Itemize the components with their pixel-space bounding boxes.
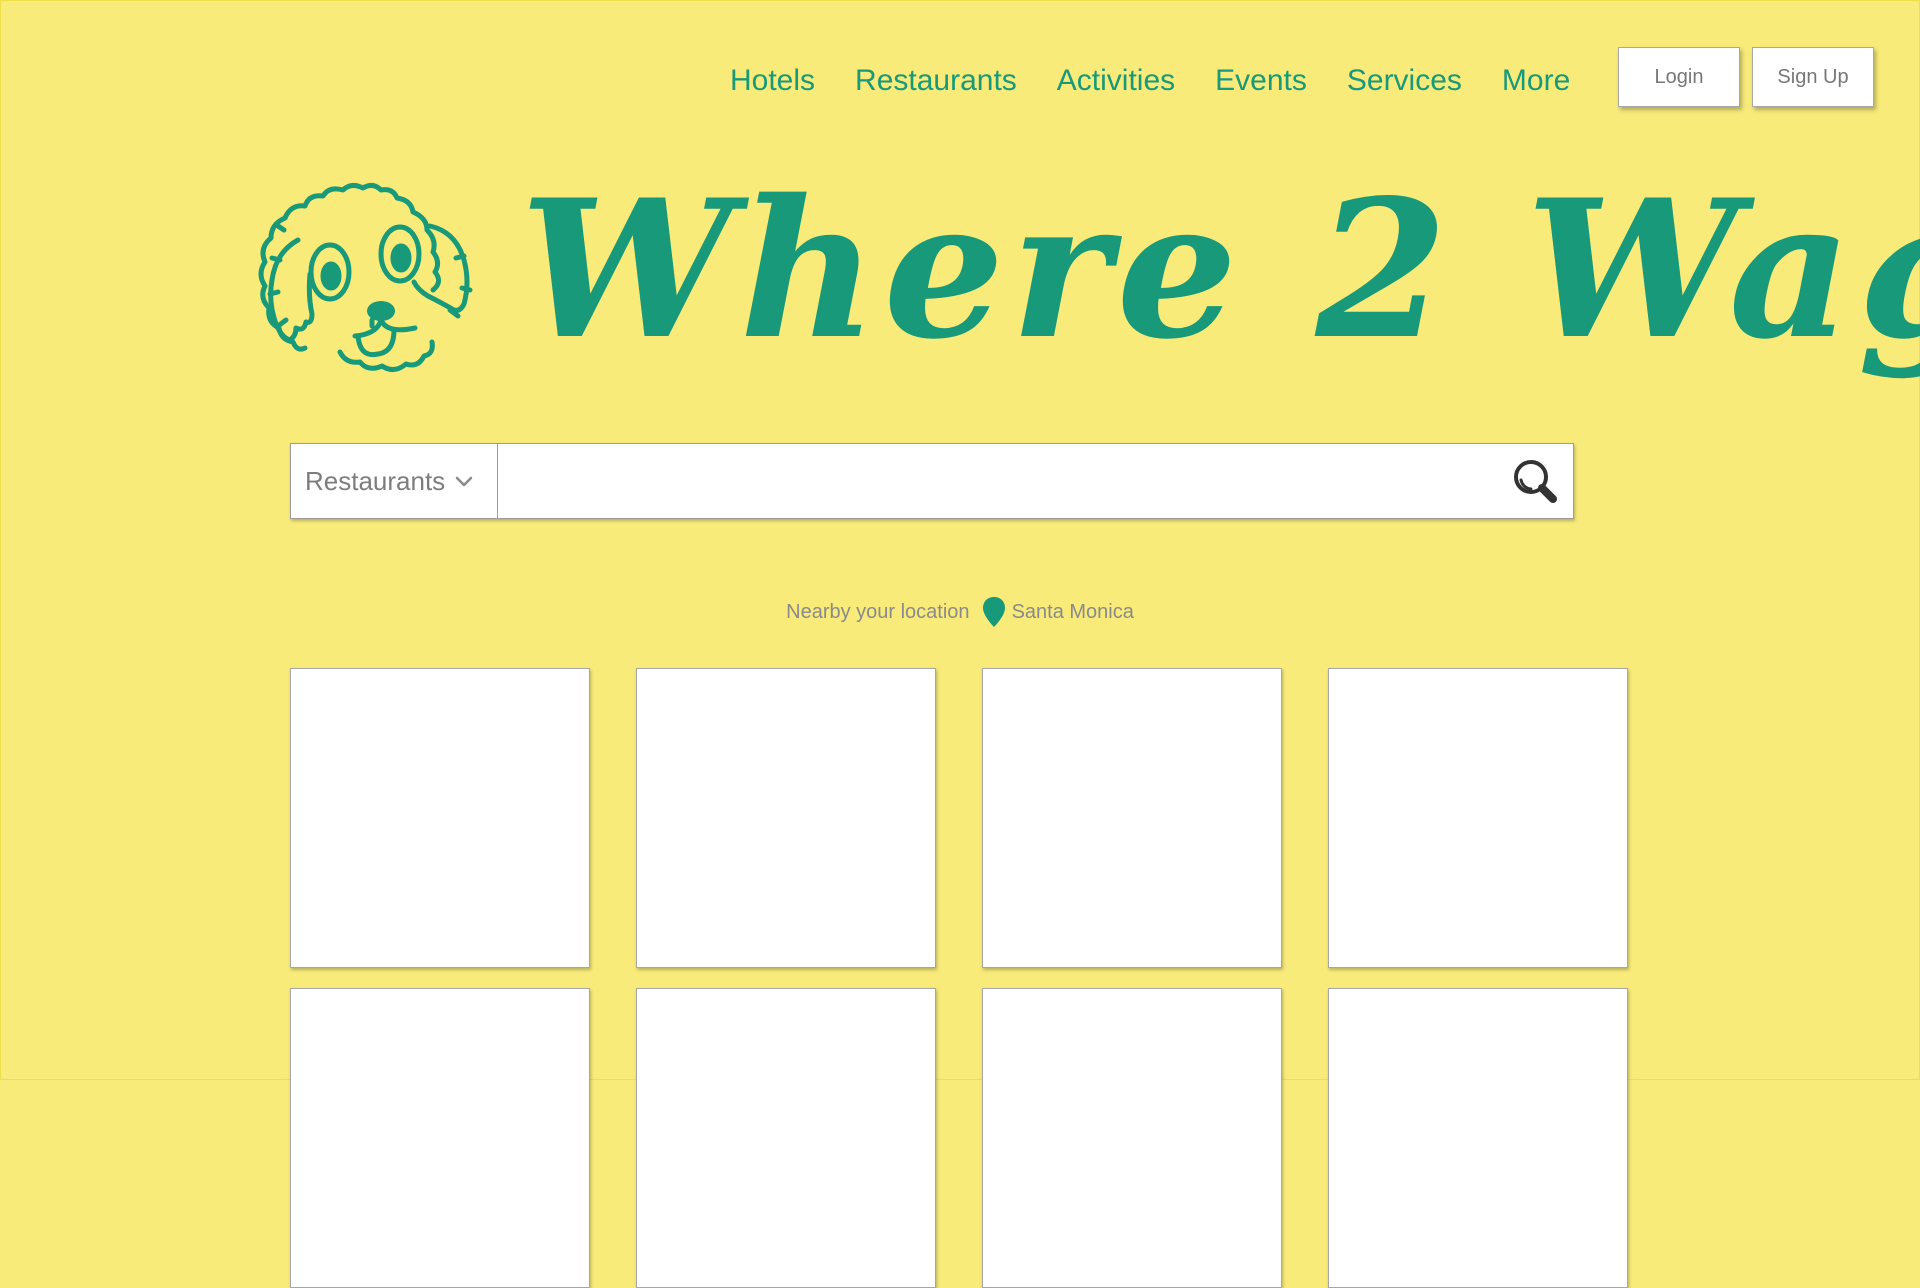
nav-item-restaurants[interactable]: Restaurants [855,58,1017,103]
nav-item-more[interactable]: More [1502,58,1570,103]
category-select-value: Restaurants [305,465,446,496]
map-pin-icon [982,597,1005,627]
result-card[interactable] [636,988,936,1288]
result-card[interactable] [982,668,1282,968]
chevron-down-icon [455,476,473,487]
signup-button[interactable]: Sign Up [1752,47,1874,107]
location-line: Nearby your location Santa Monica [0,596,1920,628]
login-button[interactable]: Login [1618,47,1740,107]
nav-item-services[interactable]: Services [1347,58,1462,103]
result-card[interactable] [1328,988,1628,1288]
nav-item-activities[interactable]: Activities [1057,58,1175,103]
location-prefix: Nearby your location [786,600,970,623]
search-field [498,443,1574,519]
location-city[interactable]: Santa Monica [1012,601,1134,624]
result-card[interactable] [290,668,590,968]
result-card[interactable] [290,988,590,1288]
brand-wordmark: Where 2 Wag [520,158,1920,381]
result-card[interactable] [636,668,936,968]
top-nav: Hotels Restaurants Activities Events Ser… [730,58,1570,103]
search-input[interactable] [498,444,1573,518]
result-card[interactable] [1328,668,1628,968]
search-bar: Restaurants [290,443,1574,519]
result-card[interactable] [982,988,1282,1288]
search-icon[interactable] [1509,456,1561,508]
nav-item-hotels[interactable]: Hotels [730,58,815,103]
dog-face-icon [258,182,473,372]
nav-item-events[interactable]: Events [1215,58,1307,103]
category-select[interactable]: Restaurants [290,443,498,519]
